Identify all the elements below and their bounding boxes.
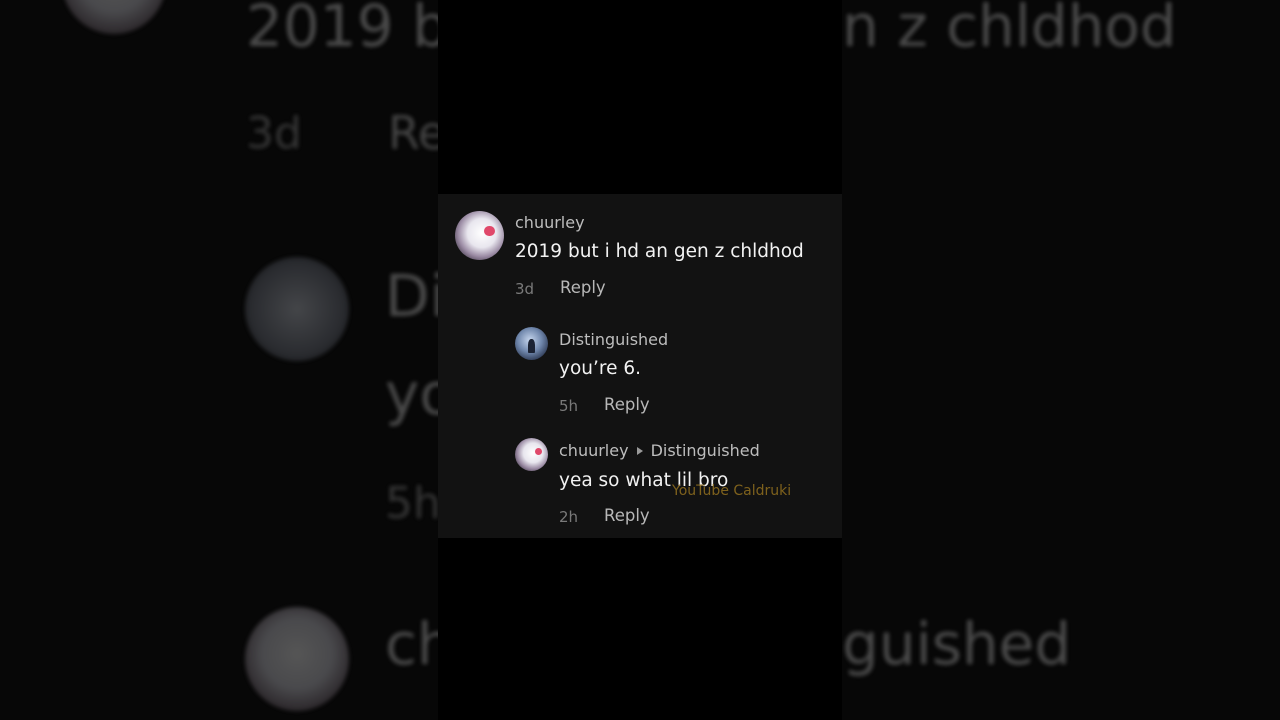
reply-button[interactable]: Reply bbox=[604, 506, 650, 525]
bg-avatar-mid bbox=[245, 257, 349, 361]
reply-text: you’re 6. bbox=[559, 358, 641, 379]
bg-mid-name: Di bbox=[385, 262, 446, 330]
reply-button[interactable]: Reply bbox=[604, 395, 650, 414]
reply-arrow-icon bbox=[636, 447, 643, 455]
bg-avatar-bottom bbox=[245, 607, 349, 711]
avatar[interactable] bbox=[455, 211, 504, 260]
comment-timestamp: 3d bbox=[515, 280, 535, 298]
reply-username: chuurley Distinguished bbox=[559, 441, 760, 460]
comment-username[interactable]: chuurley bbox=[515, 213, 585, 232]
reply-timestamp: 5h bbox=[559, 397, 579, 415]
comment-card: chuurley 2019 but i hd an gen z chldhod … bbox=[438, 194, 842, 538]
bg-mid-time: 5h bbox=[385, 478, 441, 529]
bg-top-text: 2019 b bbox=[246, 0, 449, 60]
reply-button[interactable]: Reply bbox=[560, 278, 606, 297]
reply-to-user[interactable]: Distinguished bbox=[651, 441, 760, 460]
avatar[interactable] bbox=[515, 438, 548, 471]
watermark: YouTube Caldruki bbox=[672, 483, 792, 499]
bg-bottom-name-right: guished bbox=[842, 610, 1072, 678]
bg-top-text-right: n z chldhod bbox=[842, 0, 1177, 60]
avatar[interactable] bbox=[515, 327, 548, 360]
reply-author[interactable]: chuurley bbox=[559, 441, 629, 460]
bg-meta-time: 3d bbox=[246, 108, 302, 159]
comment-text: 2019 but i hd an gen z chldhod bbox=[515, 241, 804, 262]
reply-timestamp: 2h bbox=[559, 508, 579, 526]
bg-avatar-top bbox=[62, 0, 166, 34]
reply-username[interactable]: Distinguished bbox=[559, 330, 668, 349]
